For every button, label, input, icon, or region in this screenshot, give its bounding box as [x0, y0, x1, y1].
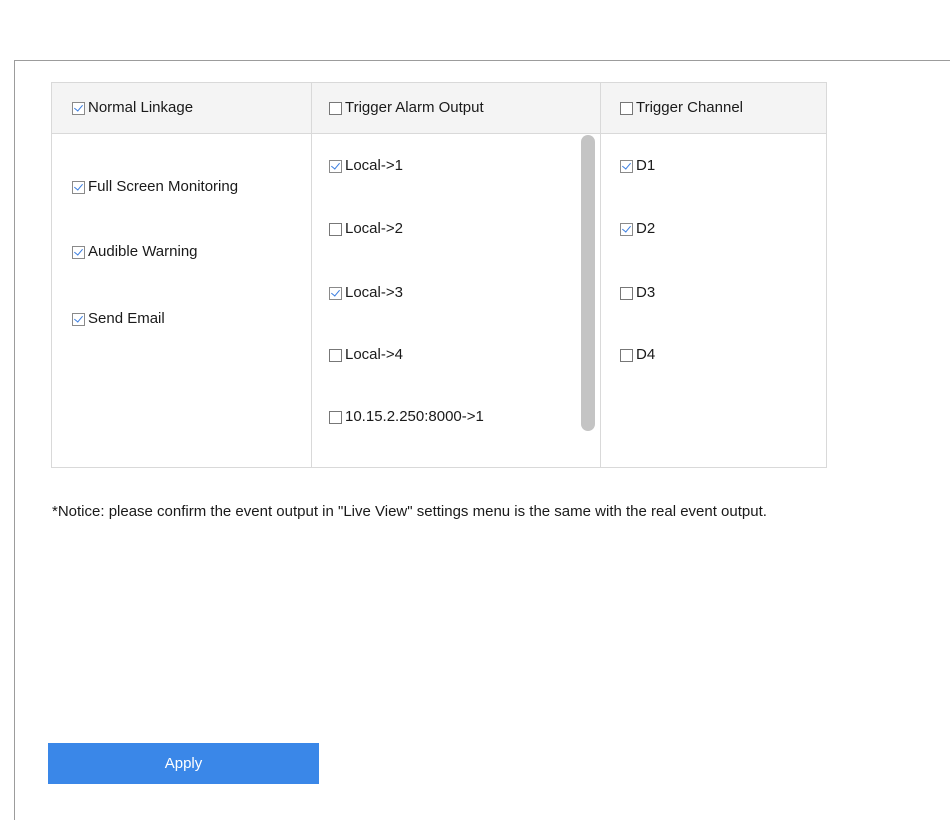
alarm-output-local-1-label: Local->1 — [345, 157, 403, 174]
checkbox-icon — [72, 312, 85, 326]
channel-d4-checkbox[interactable]: D4 — [620, 347, 655, 363]
event-output-notice: *Notice: please confirm the event output… — [52, 503, 767, 520]
checkbox-icon — [329, 101, 342, 115]
trigger-alarm-output-header: Trigger Alarm Output — [312, 83, 600, 134]
apply-button[interactable]: Apply — [48, 743, 319, 784]
alarm-output-local-3-checkbox[interactable]: Local->3 — [329, 285, 403, 301]
alarm-output-local-1-checkbox[interactable]: Local->1 — [329, 158, 403, 174]
checkbox-icon — [72, 245, 85, 259]
checkbox-icon — [620, 222, 633, 236]
normal-linkage-header: Normal Linkage — [52, 83, 311, 134]
send-email-checkbox[interactable]: Send Email — [72, 311, 165, 327]
checkbox-icon — [329, 348, 342, 362]
alarm-output-ip-1-checkbox[interactable]: 10.15.2.250:8000->1 — [329, 409, 484, 425]
alarm-output-local-2-label: Local->2 — [345, 220, 403, 237]
trigger-channel-column: Trigger Channel D1 D2 D3 D4 — [601, 83, 826, 467]
checkbox-icon — [72, 180, 85, 194]
alarm-output-local-4-checkbox[interactable]: Local->4 — [329, 347, 403, 363]
checkbox-icon — [329, 222, 342, 236]
checkbox-icon — [620, 159, 633, 173]
checkbox-icon — [620, 286, 633, 300]
trigger-channel-label: Trigger Channel — [636, 99, 743, 116]
normal-linkage-checkbox[interactable]: Normal Linkage — [72, 100, 193, 116]
alarm-output-local-3-label: Local->3 — [345, 284, 403, 301]
trigger-channel-header: Trigger Channel — [601, 83, 826, 134]
channel-d4-label: D4 — [636, 346, 656, 363]
audible-warning-checkbox[interactable]: Audible Warning — [72, 244, 198, 260]
alarm-output-scrollbar[interactable] — [581, 135, 595, 431]
trigger-alarm-output-label: Trigger Alarm Output — [345, 99, 484, 116]
checkbox-icon — [329, 286, 342, 300]
trigger-channel-checkbox[interactable]: Trigger Channel — [620, 100, 743, 116]
audible-warning-label: Audible Warning — [88, 243, 198, 260]
trigger-alarm-output-checkbox[interactable]: Trigger Alarm Output — [329, 100, 484, 116]
channel-d1-checkbox[interactable]: D1 — [620, 158, 655, 174]
scrollbar-thumb[interactable] — [581, 135, 595, 431]
normal-linkage-label: Normal Linkage — [88, 99, 194, 116]
alarm-output-local-2-checkbox[interactable]: Local->2 — [329, 221, 403, 237]
alarm-output-local-4-label: Local->4 — [345, 346, 403, 363]
trigger-alarm-output-column: Trigger Alarm Output Local->1 Local->2 L… — [312, 83, 601, 467]
checkbox-icon — [72, 101, 85, 115]
checkbox-icon — [329, 410, 342, 424]
channel-d3-checkbox[interactable]: D3 — [620, 285, 655, 301]
channel-d3-label: D3 — [636, 284, 656, 301]
alarm-output-ip-1-label: 10.15.2.250:8000->1 — [345, 408, 484, 425]
channel-d1-label: D1 — [636, 157, 656, 174]
normal-linkage-column: Normal Linkage Full Screen Monitoring Au… — [52, 83, 312, 467]
linkage-table: Normal Linkage Full Screen Monitoring Au… — [51, 82, 827, 468]
channel-d2-checkbox[interactable]: D2 — [620, 221, 655, 237]
full-screen-monitoring-checkbox[interactable]: Full Screen Monitoring — [72, 179, 238, 195]
checkbox-icon — [620, 348, 633, 362]
checkbox-icon — [620, 101, 633, 115]
send-email-label: Send Email — [88, 310, 165, 327]
channel-d2-label: D2 — [636, 220, 656, 237]
checkbox-icon — [329, 159, 342, 173]
full-screen-monitoring-label: Full Screen Monitoring — [88, 178, 239, 195]
